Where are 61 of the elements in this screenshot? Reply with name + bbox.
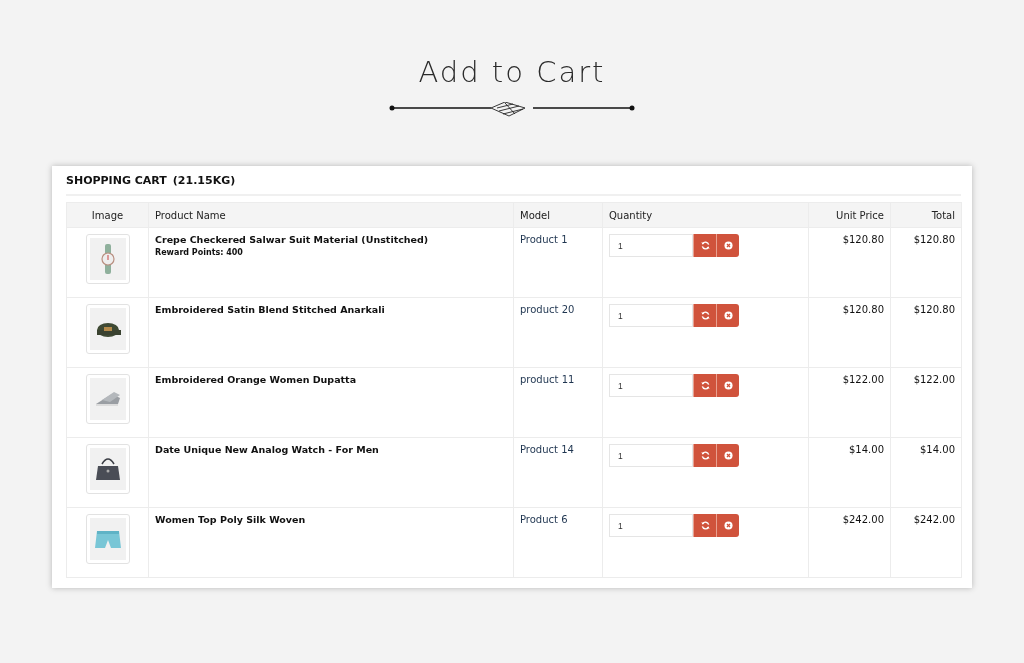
table-cell: product 20 (513, 297, 603, 368)
quantity-field[interactable]: 1 (609, 234, 693, 257)
refresh-icon (700, 451, 710, 460)
table-cell: $120.80 (808, 227, 891, 298)
column-header: Image (66, 202, 149, 228)
update-button[interactable] (693, 374, 716, 397)
cart-weight: (21.15KG) (172, 174, 236, 187)
product-thumbnail[interactable] (85, 514, 130, 564)
close-icon (723, 451, 733, 460)
product-thumbnail[interactable] (85, 234, 130, 284)
table-cell: product 11 (513, 367, 603, 438)
remove-button[interactable] (716, 444, 739, 467)
cart-title: SHOPPING CART (66, 174, 167, 187)
close-icon (723, 311, 733, 320)
update-button[interactable] (693, 234, 716, 257)
close-icon (723, 381, 733, 390)
table-cell: $242.00 (890, 507, 962, 578)
quantity-field[interactable]: 1 (609, 444, 693, 467)
remove-button[interactable] (716, 374, 739, 397)
table-cell: $122.00 (890, 367, 962, 438)
column-header: Product Name (148, 202, 514, 228)
table-cell: Product 1 (513, 227, 603, 298)
product-name[interactable]: Embroidered Satin Blend Stitched Anarkali (155, 304, 507, 315)
column-header: Total (890, 202, 962, 228)
product-name[interactable]: Crepe Checkered Salwar Suit Material (Unstitched) (155, 234, 507, 245)
update-button[interactable] (693, 444, 716, 467)
table-cell: $122.00 (808, 367, 891, 438)
table-cell: $14.00 (808, 437, 891, 508)
refresh-icon (700, 241, 710, 250)
column-header: Model (513, 202, 603, 228)
quantity-field[interactable]: 1 (609, 514, 693, 537)
refresh-icon (700, 381, 710, 390)
remove-button[interactable] (716, 514, 739, 537)
remove-button[interactable] (716, 304, 739, 327)
table-cell: $14.00 (890, 437, 962, 508)
product-name[interactable]: Embroidered Orange Women Dupatta (155, 374, 507, 385)
column-header: Quantity (602, 202, 809, 228)
quantity-field[interactable]: 1 (609, 374, 693, 397)
table-cell: Product 6 (513, 507, 603, 578)
product-thumbnail[interactable] (85, 444, 130, 494)
product-thumbnail[interactable] (85, 304, 130, 354)
product-thumbnail[interactable] (85, 374, 130, 424)
column-header: Unit Price (808, 202, 891, 228)
table-cell: $242.00 (808, 507, 891, 578)
refresh-icon (700, 311, 710, 320)
product-name[interactable]: Date Unique New Analog Watch - For Men (155, 444, 507, 455)
product-name[interactable]: Women Top Poly Silk Woven (155, 514, 507, 525)
reward-points: Reward Points: 400 (155, 248, 244, 257)
quantity-field[interactable]: 1 (609, 304, 693, 327)
update-button[interactable] (693, 304, 716, 327)
remove-button[interactable] (716, 234, 739, 257)
ornament-divider-icon (389, 102, 635, 118)
refresh-icon (700, 521, 710, 530)
close-icon (723, 521, 733, 530)
table-cell: $120.80 (890, 297, 962, 368)
table-cell: $120.80 (890, 227, 962, 298)
page-title: Add to Cart (418, 54, 606, 91)
update-button[interactable] (693, 514, 716, 537)
table-cell: $120.80 (808, 297, 891, 368)
table-cell: Product 14 (513, 437, 603, 508)
close-icon (723, 241, 733, 250)
